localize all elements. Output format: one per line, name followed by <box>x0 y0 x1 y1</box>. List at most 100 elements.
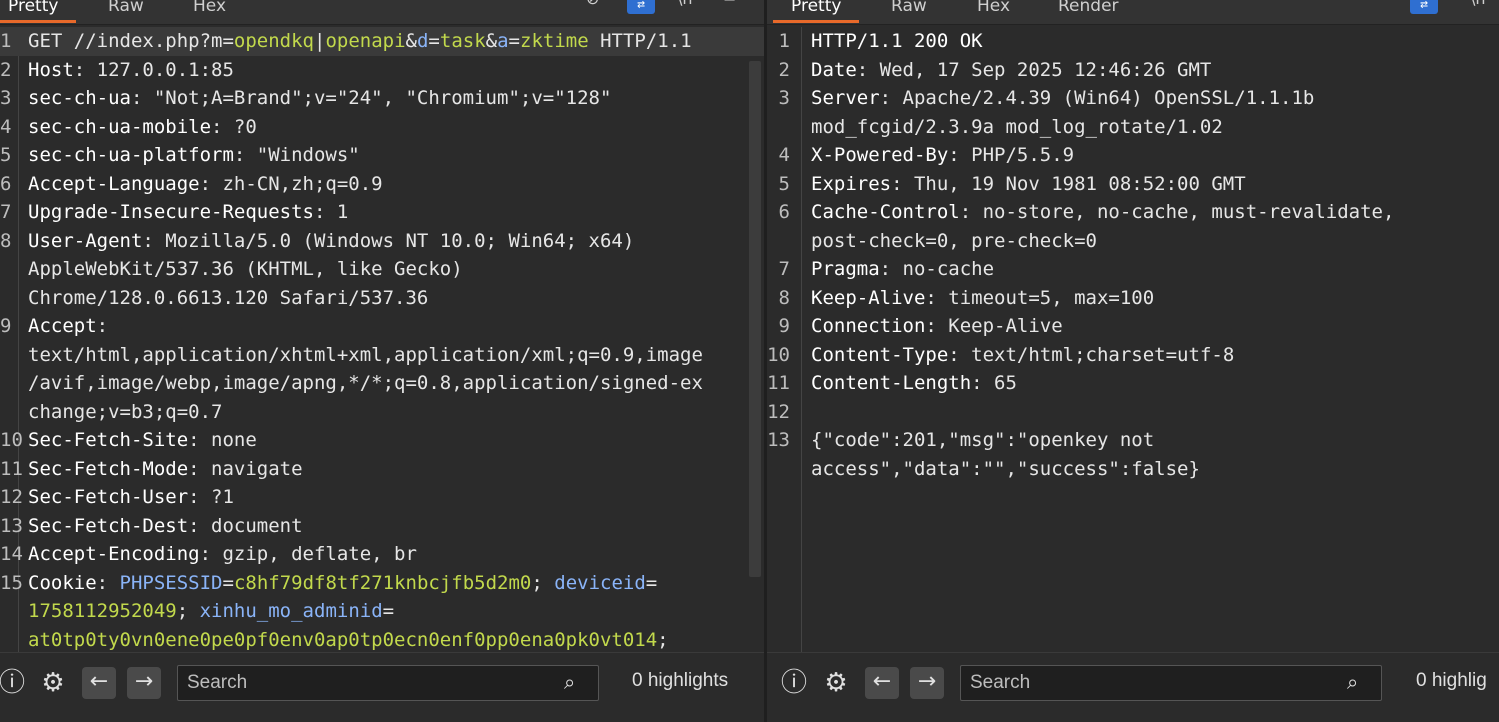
search-box: ⌕ <box>177 665 599 701</box>
search-input[interactable] <box>970 666 1330 700</box>
code-line: /avif,image/webp,image/apng,*/*;q=0.8,ap… <box>0 369 764 398</box>
code-token: : navigate <box>188 457 303 480</box>
code-text: {"code":201,"msg":"openkey not <box>811 426 1154 455</box>
response-editor[interactable]: 1 HTTP/1.1 200 OK 2 Date: Wed, 17 Sep 2025 … <box>767 27 1499 652</box>
code-line: 15 Cookie: PHPSESSID=c8hf79df8tf271knbcjf… <box>0 569 764 598</box>
code-line: 10 Sec-Fetch-Site: none <box>0 426 764 455</box>
arrow-left-icon: ← <box>89 669 109 694</box>
help-icon[interactable]: ⓘ <box>0 668 27 698</box>
response-tabbar: Pretty Raw Hex Render ⇄ \n <box>767 0 1499 25</box>
gear-icon[interactable]: ⚙ <box>38 668 68 698</box>
tab-pretty[interactable]: Pretty <box>0 0 77 23</box>
code-token: : Thu, 19 Nov 1981 08:52:00 GMT <box>891 172 1246 195</box>
code-text: Host: 127.0.0.1:85 <box>28 56 234 85</box>
code-line: 5 Expires: Thu, 19 Nov 1981 08:52:00 GMT <box>767 170 1499 199</box>
next-button[interactable]: → <box>910 667 944 699</box>
code-line: 4 X-Powered-By: PHP/5.5.9 <box>767 141 1499 170</box>
code-token: {"code":201,"msg":"openkey not <box>811 429 1155 451</box>
code-token: Accept <box>28 315 97 337</box>
code-token: deviceid <box>554 571 646 594</box>
wrap-toggle-icon[interactable]: ⇄ <box>627 0 655 14</box>
search-input[interactable] <box>187 666 547 700</box>
code-token: GET //index.php?m= <box>28 30 234 52</box>
code-token: sec-ch-ua-mobile <box>28 115 212 138</box>
arrow-left-icon: ← <box>872 669 892 694</box>
code-text: Sec-Fetch-Mode: navigate <box>28 455 303 484</box>
line-number: 5 <box>0 144 12 166</box>
code-token: = <box>428 30 440 52</box>
code-text: Chrome/128.0.6613.120 Safari/537.36 <box>28 284 428 313</box>
code-token: Cache-Control <box>811 201 960 223</box>
newline-icon[interactable]: \n <box>677 0 693 9</box>
highlights-count: 0 highlights <box>632 670 729 691</box>
code-text: Accept: <box>28 312 108 341</box>
line-number: 7 <box>778 258 790 280</box>
code-token: xinhu_mo_adminid <box>199 600 383 622</box>
code-text: Server: Apache/2.4.39 (Win64) OpenSSL/1.… <box>811 84 1314 113</box>
code-token: = <box>645 571 658 594</box>
code-text: 1758112952049; xinhu_mo_adminid= <box>28 597 394 626</box>
code-line: 2 Host: 127.0.0.1:85 <box>0 56 764 85</box>
code-token: /avif,image/webp,image/apng,*/*;q=0.8,ap… <box>28 372 703 394</box>
search-icon[interactable]: ⌕ <box>564 670 588 694</box>
tab-raw[interactable]: Raw <box>891 0 927 21</box>
line-number: 6 <box>0 172 12 195</box>
code-token: Connection <box>811 315 926 337</box>
code-token: & <box>485 30 498 52</box>
hide-eye-icon[interactable]: ⊘ <box>586 0 599 9</box>
line-number: 10 <box>0 429 23 451</box>
code-token: Upgrade-Insecure-Requests <box>28 201 314 223</box>
code-token: text/html,application/xhtml+xml,applicat… <box>28 343 703 366</box>
code-text: GET //index.php?m=opendkq|openapi&d=task… <box>28 27 692 56</box>
newline-icon[interactable]: \n <box>1470 0 1486 9</box>
code-token: Pragma <box>811 258 880 280</box>
tab-render[interactable]: Render <box>1058 0 1119 21</box>
code-token: : ?1 <box>188 486 234 508</box>
help-icon[interactable]: ⓘ <box>779 668 809 698</box>
code-text: access","data":"","success":false} <box>811 455 1200 484</box>
tab-pretty[interactable]: Pretty <box>772 0 860 23</box>
line-number: 11 <box>0 457 23 480</box>
line-number: 3 <box>778 87 790 109</box>
menu-icon[interactable]: ≡ <box>723 0 736 7</box>
code-line: 10 Content-Type: text/html;charset=utf-8 <box>767 341 1499 370</box>
code-token: Content-Length <box>811 372 972 394</box>
code-token: ; <box>176 600 200 622</box>
code-token: Content-Type <box>811 343 949 366</box>
code-text: text/html,application/xhtml+xml,applicat… <box>28 341 703 370</box>
code-line: 4 sec-ch-ua-mobile: ?0 <box>0 113 764 142</box>
code-token: c8hf79df8tf271knbcjfb5d2m0 <box>233 571 532 594</box>
code-text: X-Powered-By: PHP/5.5.9 <box>811 141 1074 170</box>
code-token: sec-ch-ua-platform <box>28 144 234 166</box>
code-token: : Keep-Alive <box>925 315 1063 337</box>
line-number: 7 <box>0 201 12 223</box>
code-line: 6 Accept-Language: zh-CN,zh;q=0.9 <box>0 170 764 199</box>
line-number: 1 <box>0 30 12 52</box>
tab-hex[interactable]: Hex <box>193 0 226 21</box>
code-text: Cache-Control: no-store, no-cache, must-… <box>811 198 1394 227</box>
code-line: 13 Sec-Fetch-Dest: document <box>0 512 764 541</box>
code-token: access","data":"","success":false} <box>811 457 1200 480</box>
code-text: Connection: Keep-Alive <box>811 312 1063 341</box>
code-line: 11 Sec-Fetch-Mode: navigate <box>0 455 764 484</box>
prev-button[interactable]: ← <box>82 667 116 699</box>
code-token: : "Not;A=Brand";v="24", "Chromium";v="12… <box>130 87 612 109</box>
code-token: : <box>96 571 120 594</box>
gear-icon[interactable]: ⚙ <box>821 668 851 698</box>
code-line: mod_fcgid/2.3.9a mod_log_rotate/1.02 <box>767 113 1499 142</box>
line-number: 14 <box>0 543 23 565</box>
code-token: : ?0 <box>211 115 257 138</box>
scrollbar[interactable] <box>749 61 761 577</box>
code-token: ; <box>657 628 669 651</box>
wrap-toggle-icon[interactable]: ⇄ <box>1410 0 1438 14</box>
prev-button[interactable]: ← <box>865 667 899 699</box>
code-line: change;v=b3;q=0.7 <box>0 398 764 427</box>
tab-hex[interactable]: Hex <box>977 0 1010 21</box>
next-button[interactable]: → <box>127 667 161 699</box>
tab-raw[interactable]: Raw <box>108 0 144 21</box>
response-panel: Pretty Raw Hex Render ⇄ \n 1 HTTP/1.1 200… <box>767 0 1499 722</box>
search-icon[interactable]: ⌕ <box>1347 670 1371 694</box>
code-line: 12 Sec-Fetch-User: ?1 <box>0 483 764 512</box>
code-token: Server <box>811 87 880 109</box>
request-editor[interactable]: 1 GET //index.php?m=opendkq|openapi&d=tas… <box>0 27 764 652</box>
